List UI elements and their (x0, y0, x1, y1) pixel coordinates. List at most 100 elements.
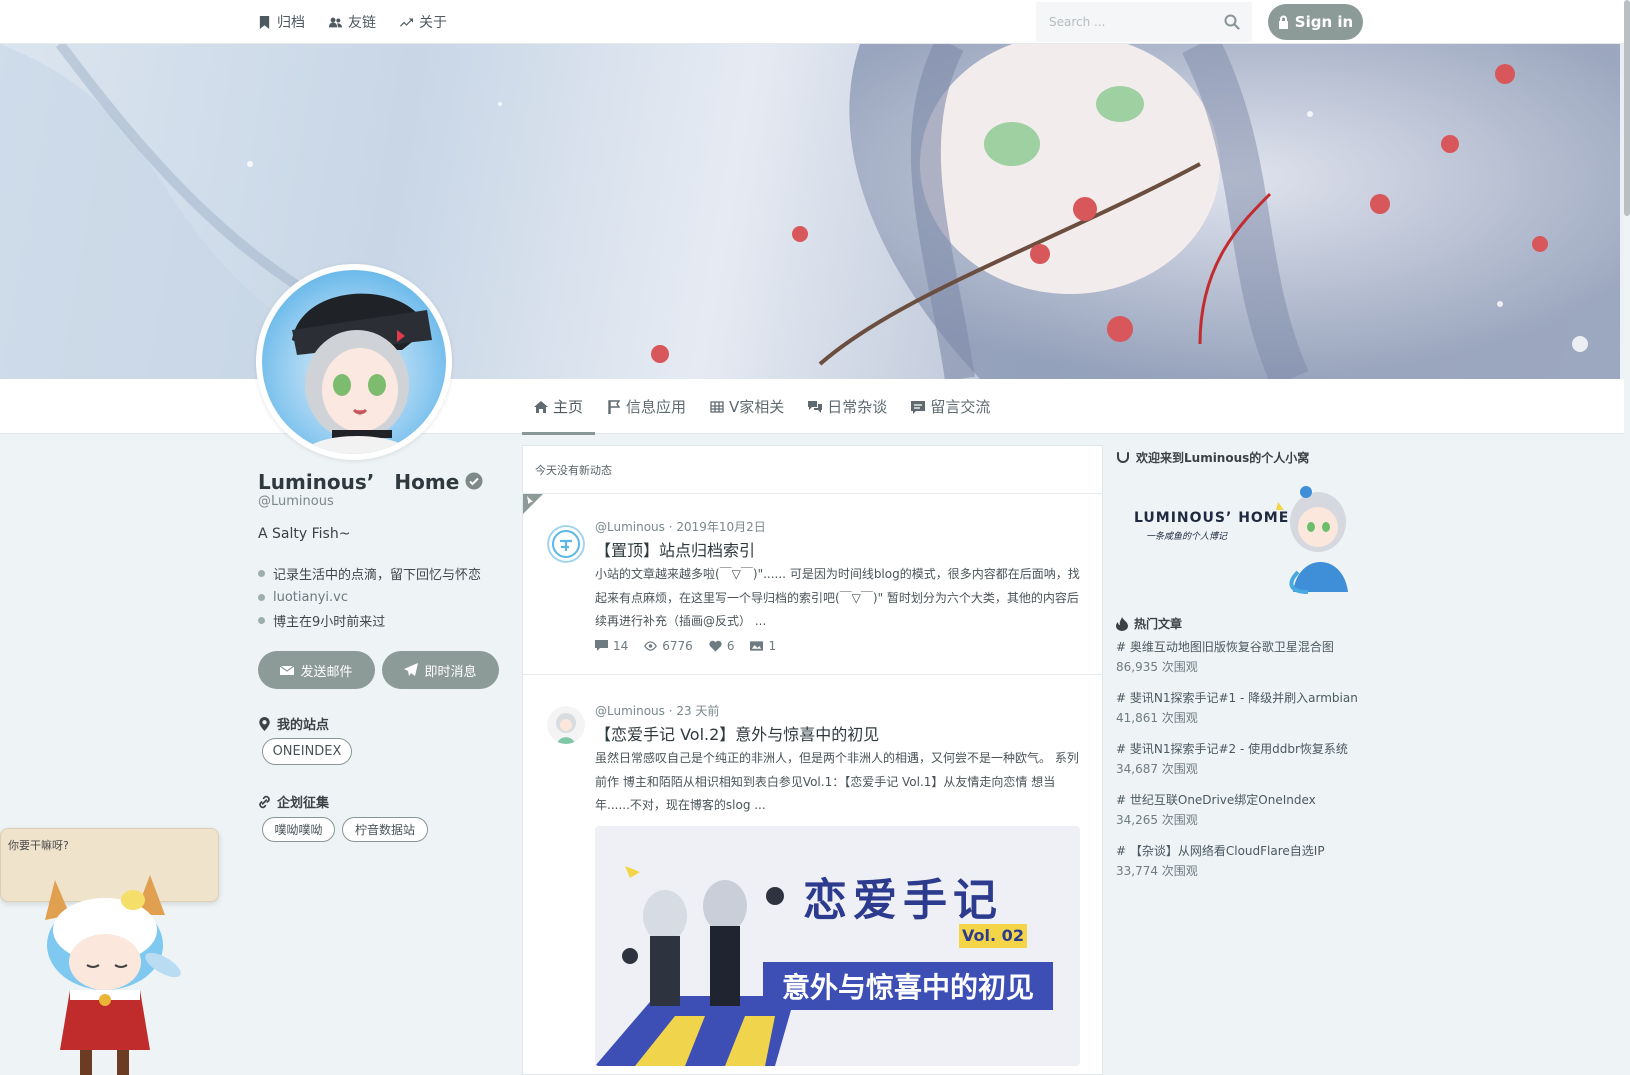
nav-link-friends[interactable]: 友链 (329, 12, 376, 32)
category-tabbar: 主页 信息应用 V家相关 日常杂谈 留言交流 (0, 379, 1624, 435)
hot-post-views: 34,687 次围观 (1116, 762, 1198, 776)
instant-message-button[interactable]: 即时消息 (382, 651, 499, 689)
hot-posts-title: 热门文章 (1116, 615, 1182, 632)
tab-label: 留言交流 (930, 398, 991, 416)
lock-icon (1278, 15, 1288, 29)
search-icon[interactable] (1224, 14, 1240, 30)
grid-icon (710, 400, 724, 413)
view-count: 6776 (644, 639, 693, 653)
site-logo-card: LUMINOUS’ HOME 一条咸鱼的个人博记 (1128, 472, 1358, 597)
tab-label: V家相关 (729, 398, 785, 416)
heart-icon (709, 640, 722, 652)
pin-icon (527, 496, 533, 504)
tab-daily[interactable]: 日常杂谈 (796, 379, 899, 434)
page-scrollbar[interactable] (1624, 0, 1630, 216)
search-input[interactable] (1036, 2, 1216, 42)
post-author-avatar[interactable] (547, 706, 585, 744)
profile-motto: 记录生活中的点滴，留下回忆与怀恋 (273, 568, 482, 584)
post-item[interactable]: @Luminous · 23 天前 【恋爱手记 Vol.2】意外与惊喜中的初见 … (523, 702, 1080, 1066)
site-logo-text: LUMINOUS’ HOME (1134, 510, 1290, 526)
profile-info-list: 记录生活中的点滴，留下回忆与怀恋 luotianyi.vc 博主在9小时前来过 (258, 562, 481, 633)
header-banner-image (0, 44, 1624, 379)
list-item: 记录生活中的点滴，留下回忆与怀恋 (258, 562, 481, 586)
tab-home[interactable]: 主页 (522, 379, 596, 435)
eye-icon (644, 640, 658, 651)
nav-link-label: 归档 (277, 15, 305, 31)
profile-actions: 发送邮件 即时消息 (258, 651, 499, 689)
hot-post-link[interactable]: # 斐讯N1探索手记#2 - 使用ddbr恢复系统 (1116, 739, 1366, 759)
post-meta: @Luminous · 23 天前 (595, 704, 720, 718)
post-item-pinned[interactable]: @Luminous · 2019年10月2日 【置顶】站点归档索引 小站的文章越… (523, 518, 1080, 653)
welcome-title: 欢迎来到Luminous的个人小窝 (1116, 449, 1309, 466)
nav-link-label: 关于 (419, 15, 447, 31)
cover-volume-badge: Vol. 02 (959, 923, 1027, 948)
list-item: 博主在9小时前来过 (258, 609, 481, 633)
sign-in-button[interactable]: Sign in (1268, 4, 1363, 40)
top-navbar: 归档 友链 关于 Sign in (0, 0, 1630, 44)
bullet-dot (258, 593, 265, 601)
smile-icon (1117, 451, 1129, 463)
send-email-button[interactable]: 发送邮件 (258, 651, 375, 689)
post-meta: @Luminous · 2019年10月2日 (595, 520, 766, 534)
comments-icon (808, 400, 823, 413)
like-count[interactable]: 6 (709, 638, 735, 653)
list-item: # 奥维互动地图旧版恢复谷歌卫星混合图 86,935 次围观 (1116, 637, 1366, 688)
plans-title: 企划征集 (258, 792, 329, 811)
like-count-value: 6 (726, 638, 735, 653)
bullet-dot (258, 570, 265, 578)
hot-post-views: 33,774 次围观 (1116, 864, 1198, 878)
live2d-mascot[interactable] (35, 870, 195, 1075)
hot-post-views: 86,935 次围观 (1116, 660, 1198, 674)
plan-tag-puyo[interactable]: 噗呦噗呦 (262, 817, 335, 842)
post-title[interactable]: 【恋爱手记 Vol.2】意外与惊喜中的初见 (595, 721, 1080, 745)
comment-count-value: 14 (613, 638, 629, 653)
profile-name: Luminous’ Home (258, 466, 483, 495)
fire-icon (1116, 616, 1128, 631)
post-author-avatar[interactable] (547, 525, 585, 563)
tab-guestbook[interactable]: 留言交流 (899, 379, 1002, 434)
bullet-dot (258, 617, 265, 625)
comment-count[interactable]: 14 (595, 639, 628, 653)
tab-info-apps[interactable]: 信息应用 (595, 379, 698, 434)
map-pin-icon (259, 716, 270, 731)
plan-tag-data-station[interactable]: 柠音数据站 (342, 817, 428, 842)
link-icon (259, 795, 270, 808)
profile-website-link[interactable]: luotianyi.vc (273, 590, 348, 605)
home-icon (534, 400, 548, 413)
users-icon (329, 17, 342, 27)
hot-post-link[interactable]: # 奥维互动地图旧版恢复谷歌卫星混合图 (1116, 637, 1366, 657)
post-feed: 今天没有新动态 @Luminous · 2019年10月2日 【置顶】站点归档索… (522, 445, 1103, 1075)
tab-vocaloid[interactable]: V家相关 (698, 379, 796, 434)
comment-icon (595, 639, 608, 651)
post-title[interactable]: 【置顶】站点归档索引 (595, 537, 1080, 561)
list-item: # 【杂谈】从网络看CloudFlare自选IP 33,774 次围观 (1116, 841, 1366, 892)
tab-label: 主页 (553, 398, 584, 416)
feed-notice: 今天没有新动态 (523, 446, 1102, 494)
sign-in-label: Sign in (1294, 13, 1354, 31)
image-count: 1 (750, 639, 776, 653)
paper-plane-icon (404, 663, 419, 676)
verified-badge-icon (465, 472, 483, 489)
profile-avatar[interactable] (256, 264, 452, 460)
image-count-value: 1 (768, 638, 777, 653)
site-tag-oneindex[interactable]: ONEINDEX (262, 738, 352, 765)
nav-link-label: 友链 (348, 15, 376, 31)
site-logo-subtext: 一条咸鱼的个人博记 (1146, 532, 1228, 542)
plans-title-text: 企划征集 (277, 796, 330, 811)
message-icon (911, 400, 926, 414)
hot-post-link[interactable]: # 斐讯N1探索手记#1 - 降级并刷入armbian (1116, 688, 1366, 708)
hot-post-link[interactable]: # 世纪互联OneDrive绑定OneIndex (1116, 790, 1366, 810)
instant-message-label: 即时消息 (424, 664, 477, 680)
post-cover-image[interactable]: 恋爱手记 Vol. 02 意外与惊喜中的初见 (595, 825, 1080, 1066)
cover-title-text: 恋爱手记 (803, 874, 1003, 926)
envelope-icon (280, 665, 295, 675)
hot-posts-list: # 奥维互动地图旧版恢复谷歌卫星混合图 86,935 次围观 # 斐讯N1探索手记… (1116, 637, 1366, 892)
send-email-label: 发送邮件 (300, 664, 353, 680)
post-stats: 14 6776 6 1 (595, 639, 1080, 653)
welcome-text: 欢迎来到Luminous的个人小窝 (1136, 451, 1310, 465)
nav-link-about[interactable]: 关于 (400, 12, 447, 32)
post-excerpt: 小站的文章越来越多啦(￣▽￣)"...... 可是因为时间线blog的模式，很多… (595, 567, 1080, 628)
hot-post-link[interactable]: # 【杂谈】从网络看CloudFlare自选IP (1116, 841, 1366, 861)
nav-link-archive[interactable]: 归档 (258, 12, 305, 32)
cover-subtitle-text: 意外与惊喜中的初见 (763, 961, 1053, 1010)
